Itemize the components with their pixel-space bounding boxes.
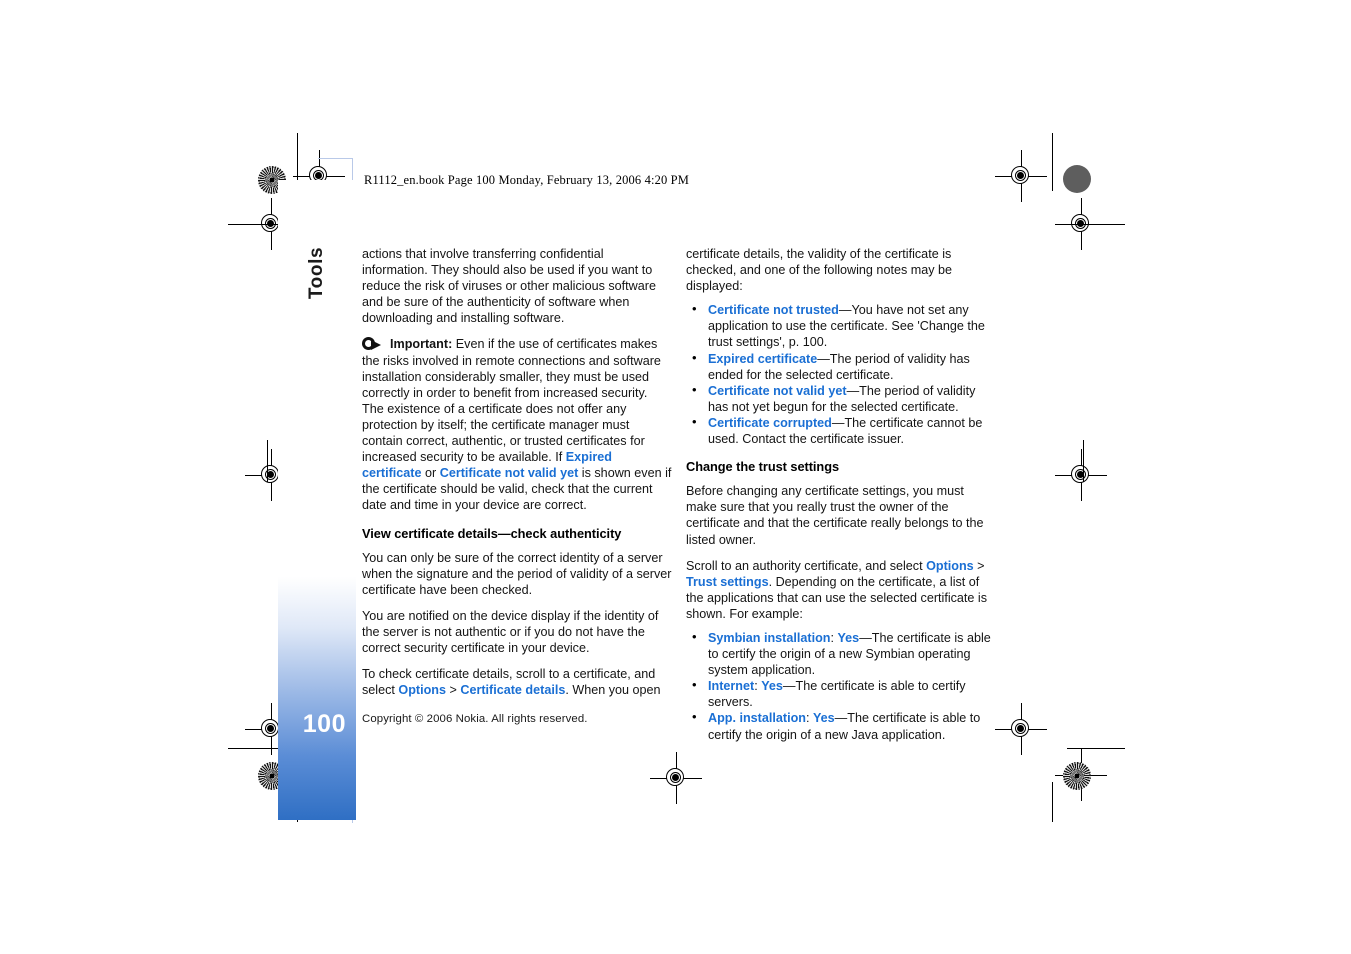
list-item: Internet: Yes—The certificate is able to… <box>686 677 996 710</box>
crop-line-bottom-right-vertical <box>1052 782 1054 822</box>
crop-line-right-middle <box>1083 440 1085 482</box>
registration-mark-bottom-right-inner <box>995 703 1047 755</box>
page-trim-box-top <box>318 158 353 159</box>
paragraph-scroll-text-1: Scroll to an authority certificate, and … <box>686 558 927 573</box>
paragraph-check-details-text-2: . When you open <box>565 683 661 698</box>
crop-line-left-middle <box>267 440 269 482</box>
list-item: Certificate not trusted—You have not set… <box>686 301 996 350</box>
note-term-certificate-not-trusted[interactable]: Certificate not trusted <box>708 303 839 317</box>
list-item: Symbian installation: Yes—The certificat… <box>686 629 996 678</box>
left-text-column: actions that involve transferring confid… <box>362 246 672 708</box>
note-term-certificate-corrupted[interactable]: Certificate corrupted <box>708 416 832 430</box>
paragraph-check-details: To check certificate details, scroll to … <box>362 666 672 698</box>
link-certificate-not-valid-yet[interactable]: Certificate not valid yet <box>440 466 579 480</box>
paragraph-before-changing: Before changing any certificate settings… <box>686 484 984 547</box>
paragraph-identity-sure: You can only be sure of the correct iden… <box>362 550 672 597</box>
list-item: Certificate not valid yet—The period of … <box>686 382 996 415</box>
crop-line-top-right-horizontal <box>1067 224 1125 226</box>
important-note: Important: Even if the use of certificat… <box>362 336 672 513</box>
link-options[interactable]: Options <box>398 683 446 697</box>
crop-line-top-right-vertical <box>1052 133 1054 191</box>
important-note-label: Important: <box>390 337 453 352</box>
copyright-footer: Copyright © 2006 Nokia. All rights reser… <box>362 713 588 725</box>
chapter-label: Tools <box>306 246 327 300</box>
certificate-notes-list: Certificate not trusted—You have not set… <box>686 301 996 447</box>
trust-value-app[interactable]: Yes <box>813 711 835 725</box>
paragraph-validity-checked: certificate details, the validity of the… <box>686 247 953 294</box>
paragraph-notified-display: You are notified on the device display i… <box>362 608 659 656</box>
heading-change-trust-settings: Change the trust settings <box>686 459 840 475</box>
menu-separator-trust: > <box>973 558 985 573</box>
trust-value-internet[interactable]: Yes <box>761 679 783 693</box>
note-term-certificate-not-valid-yet[interactable]: Certificate not valid yet <box>708 384 847 398</box>
trust-value-symbian[interactable]: Yes <box>837 631 859 645</box>
paragraph-scroll-authority: Scroll to an authority certificate, and … <box>686 558 996 622</box>
trust-colon-app: : <box>805 711 813 726</box>
registration-mark-top-right-inner <box>995 150 1047 202</box>
list-item: App. installation: Yes—The certificate i… <box>686 709 996 742</box>
crop-line-top-left-horizontal <box>228 224 284 226</box>
trust-term-internet[interactable]: Internet <box>708 679 754 693</box>
list-item: Certificate corrupted—The certificate ca… <box>686 414 996 447</box>
halftone-dot-top-right <box>1063 165 1091 193</box>
right-text-column: certificate details, the validity of the… <box>686 246 996 753</box>
paragraph-intro: actions that involve transferring confid… <box>362 247 656 326</box>
important-note-conjunction: or <box>421 466 440 481</box>
crop-line-bottom-left-horizontal <box>228 748 284 750</box>
crop-line-bottom-right-horizontal <box>1067 748 1125 750</box>
book-file-header: R1112_en.book Page 100 Monday, February … <box>364 173 690 187</box>
chapter-side-tab: Tools 100 <box>278 180 356 820</box>
note-term-expired-certificate[interactable]: Expired certificate <box>708 352 817 366</box>
link-certificate-details[interactable]: Certificate details <box>460 683 565 697</box>
important-note-text-before: Even if the use of certificates makes th… <box>362 337 661 465</box>
registration-mark-right-middle <box>1055 449 1107 501</box>
trust-term-app-installation[interactable]: App. installation <box>708 711 806 725</box>
trust-settings-list: Symbian installation: Yes—The certificat… <box>686 629 996 743</box>
trust-term-symbian-installation[interactable]: Symbian installation <box>708 631 830 645</box>
important-note-icon <box>362 337 388 351</box>
menu-separator: > <box>445 683 461 698</box>
list-item: Expired certificate—The period of validi… <box>686 350 996 383</box>
registration-mark-bottom-center <box>650 752 702 804</box>
page-number: 100 <box>302 710 346 738</box>
link-trust-settings[interactable]: Trust settings <box>686 575 769 589</box>
heading-view-certificate-details: View certificate details—check authentic… <box>362 525 622 541</box>
halftone-dot-bottom-right <box>1063 762 1091 790</box>
link-options-trust[interactable]: Options <box>926 559 974 573</box>
